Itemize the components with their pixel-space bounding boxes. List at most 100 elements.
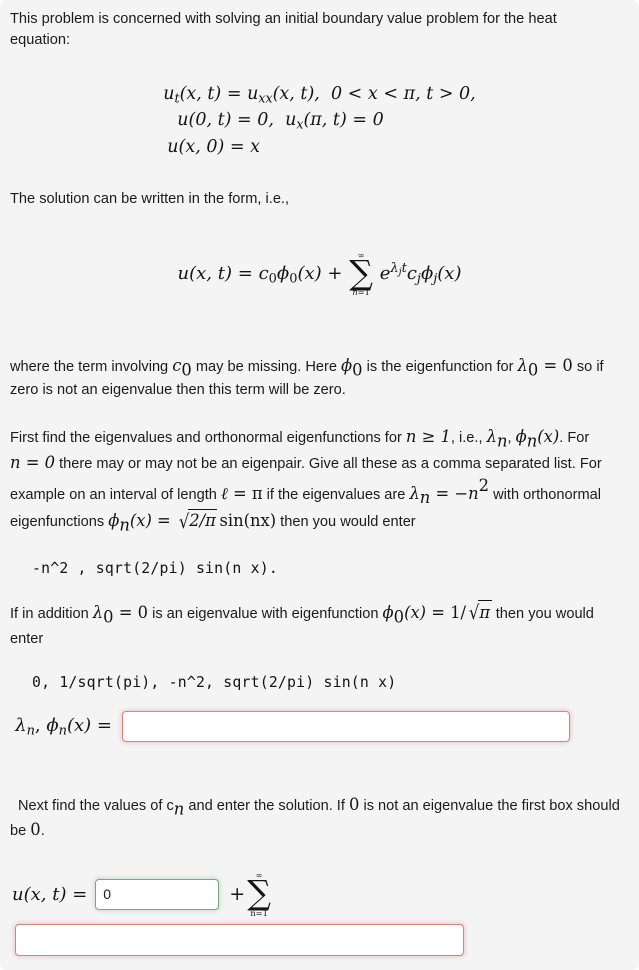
- instr-lambda-example-eq: =: [430, 484, 455, 504]
- instr-lambda-example: λ: [409, 484, 420, 504]
- example-answer-2-row: 0, 1/sqrt(pi), -n^2, sqrt(2/pi) sin(n x): [10, 674, 629, 692]
- instructions-paragraph: First find the eigenvalues and orthonorm…: [10, 426, 629, 537]
- solution-sigma-glyph: ∑: [247, 873, 271, 913]
- pde-initial-condition: u(x, 0) = x: [167, 136, 260, 157]
- eigenpair-answer-label: λn, ϕn(x) =: [10, 715, 122, 738]
- solform-plus: +: [327, 262, 343, 284]
- add-phi0-eq: =: [426, 602, 451, 622]
- instr-ell-eq: =: [227, 484, 252, 504]
- pde-domain-t: t > 0,: [426, 84, 476, 104]
- solution-answer-label: u(x, t) =: [10, 884, 87, 905]
- example-answer-1: -n^2 , sqrt(2/pi) sin(n x): [32, 559, 269, 577]
- eigen-label-lambda-sub: n: [26, 722, 35, 738]
- pde-bc-1: u(0, t) = 0,: [177, 110, 274, 131]
- instr-sin-term: sin(nx): [219, 511, 277, 531]
- solution-form-intro: The solution can be written in the form,…: [10, 190, 290, 207]
- instr-phi-example-arg: (x): [129, 511, 152, 531]
- add-lambda0: λ: [92, 602, 104, 622]
- solution-label-equals: =: [72, 883, 88, 905]
- c0-answer-input[interactable]: [95, 878, 220, 910]
- solution-summation: ∞ ∑ n=1: [247, 871, 271, 917]
- eigen-label-equals: =: [91, 714, 112, 736]
- pde-rhs-args: (x, t),: [272, 84, 320, 104]
- solform-summation: ∞ ∑ n=1: [349, 250, 373, 297]
- pde-domain-x: 0 < x < π,: [330, 84, 421, 104]
- solform-exp-base: e: [379, 262, 391, 284]
- instr-a: First find the eigenvalues and orthonorm…: [10, 429, 406, 446]
- instr-phi-n-sub: n: [526, 431, 538, 451]
- addition-paragraph: If in addition λ0 = 0 is an eigenvalue w…: [10, 599, 610, 651]
- solform-equals: =: [237, 262, 253, 284]
- solform-c0: c: [258, 262, 269, 284]
- example-answer-1-row: -n^2 , sqrt(2/pi) sin(n x).: [10, 560, 629, 578]
- add-phi0-arg: (x): [404, 602, 427, 622]
- pde-rhs-fn: u: [247, 84, 259, 104]
- radical-icon: √: [468, 600, 480, 624]
- solution-form-display: u(x, t) = c0ϕ0(x) + ∞ ∑ n=1 eλjtcjϕj(x): [10, 250, 629, 297]
- eigenpair-answer-row: λn, ϕn(x) =: [10, 710, 629, 742]
- solform-sum-lower-limit: n=1: [349, 288, 373, 296]
- add-lambda0-val: 0: [137, 602, 149, 622]
- pde-line-3: u(x, 0) = x: [163, 136, 476, 158]
- example-answer-2: 0, 1/sqrt(pi), -n^2, sqrt(2/pi) sin(n x): [32, 673, 397, 691]
- add-a: If in addition: [10, 605, 93, 622]
- add-phi0: ϕ: [382, 602, 394, 622]
- instr-n-eq-0: n = 0: [10, 453, 56, 473]
- instr-lambda-example-power: 2: [478, 476, 490, 496]
- solform-coeff-c: c: [406, 262, 417, 284]
- instr-c: . For: [559, 429, 590, 446]
- prompt-zero-2: 0: [30, 820, 41, 840]
- prompt-d: .: [40, 823, 45, 840]
- instr-g: then you would enter: [276, 514, 416, 531]
- prompt-cn-sub: n: [173, 799, 185, 819]
- solform-lhs: u(x, t): [177, 262, 232, 284]
- note-text-a: where the term involving: [10, 358, 173, 375]
- pde-bc-2-fn: u: [285, 110, 297, 131]
- add-one-over: 1/: [450, 602, 467, 622]
- prompt-zero-1: 0: [348, 794, 360, 814]
- solform-eigen-phi: ϕ: [420, 262, 434, 284]
- eigenpair-answer-input[interactable]: [122, 710, 570, 742]
- series-term-answer-input[interactable]: [15, 924, 464, 957]
- note-text-b: may be missing. Here: [191, 358, 342, 375]
- add-b: is an eigenvalue with eigenfunction: [148, 605, 383, 622]
- instr-sqrt-2-over-pi: √2/π: [176, 509, 218, 532]
- example-answer-1-period: .: [268, 559, 278, 577]
- instr-sqrt-radicand: 2/π: [187, 509, 218, 531]
- add-sqrt-pi: √π: [466, 599, 492, 624]
- pde-rhs-sub: xx: [258, 90, 273, 106]
- solform-phi0-arg: (x): [297, 262, 322, 284]
- solform-sigma-glyph: ∑: [349, 252, 373, 292]
- solform-c0-sub: 0: [268, 270, 277, 286]
- pde-lhs-args: (x, t): [179, 84, 222, 104]
- pde-bc-2-rest: (π, t) = 0: [303, 110, 384, 131]
- note-lambda0-sub: 0: [527, 359, 539, 379]
- eigen-label-comma: ,: [34, 714, 47, 736]
- add-phi0-sub: 0: [393, 606, 405, 626]
- note-text-c: is the eigenfunction for: [362, 358, 518, 375]
- solution-plus-sign: +: [229, 883, 246, 906]
- solution-sum-lower-limit: n=1: [250, 907, 268, 918]
- sum-index-eq: =: [357, 287, 365, 298]
- prompt-b: and enter the solution. If: [184, 797, 349, 814]
- note-c0-sub: 0: [181, 359, 192, 379]
- add-lambda0-sub: 0: [103, 606, 114, 626]
- instr-lambda-n-sub: n: [496, 431, 508, 451]
- eigen-label-arg: (x): [66, 714, 92, 736]
- instr-e: if the eigenvalues are: [262, 487, 410, 504]
- instr-b2: ,: [507, 429, 516, 446]
- radical-icon: √: [178, 509, 189, 533]
- instr-ell: ℓ: [220, 484, 228, 504]
- note-lambda0-val: 0: [562, 355, 573, 375]
- solform-exponent: λjt: [390, 261, 406, 278]
- note-phi0: ϕ: [341, 355, 353, 375]
- pde-line-2: u(0, t) = 0, ux(π, t) = 0: [163, 109, 476, 135]
- instr-phi-n-arg: (x): [537, 426, 560, 446]
- pde-display: ut(x, t) = uxx(x, t), 0 < x < π, t > 0, …: [10, 83, 629, 158]
- solution-answer-row: u(x, t) = + ∞ ∑ n=1: [10, 871, 629, 917]
- pde-equals-1: =: [226, 84, 242, 104]
- series-answer-row: [10, 924, 629, 957]
- eigen-label-phi-sub: n: [58, 722, 67, 738]
- instr-b: , i.e.,: [450, 429, 487, 446]
- instr-lambda-n: λ: [486, 426, 497, 446]
